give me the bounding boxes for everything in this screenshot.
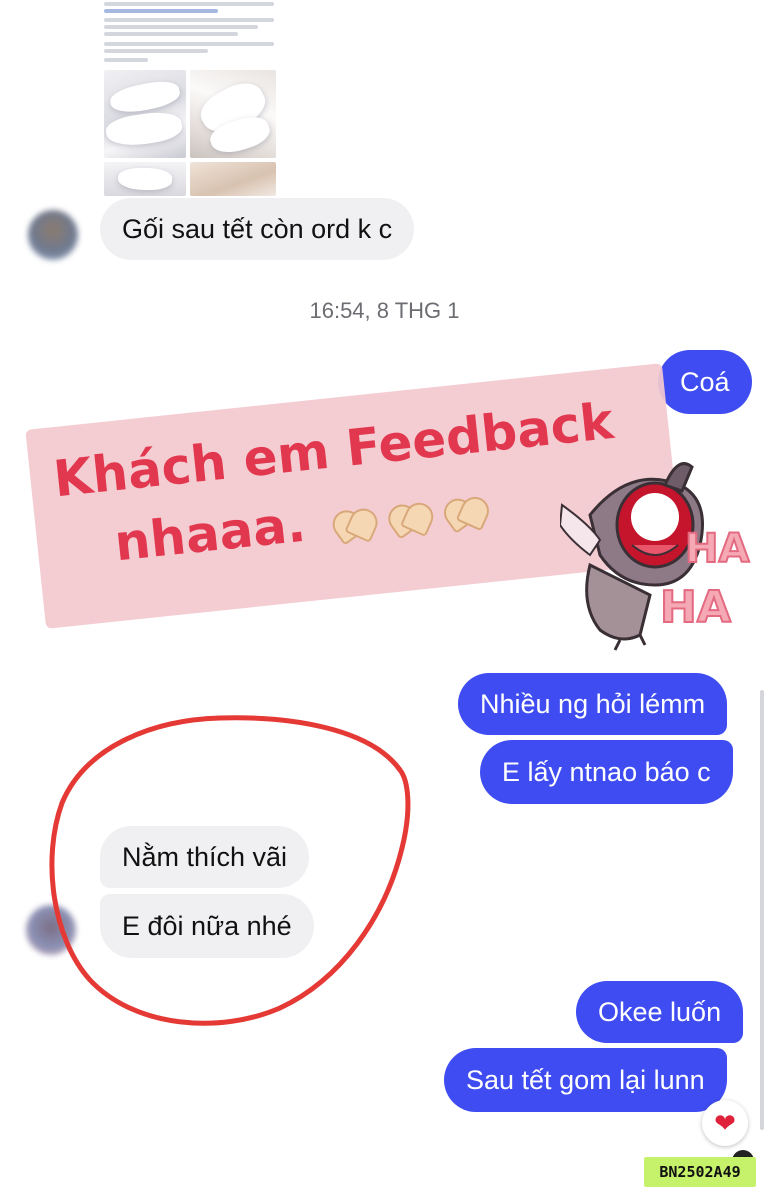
- message-bubble-incoming[interactable]: Gối sau tết còn ord k c: [100, 198, 415, 260]
- blurred-text-line: [104, 18, 274, 22]
- blurred-text-line: [104, 49, 208, 53]
- message-bubble-outgoing[interactable]: Sau tết gom lại lunn: [444, 1048, 727, 1112]
- story-caption-line2: nhaaa.: [111, 494, 309, 573]
- chat-screen: Gối sau tết còn ord k c 16:54, 8 THG 1 C…: [0, 0, 769, 1200]
- bedding-photo[interactable]: [190, 162, 276, 196]
- message-timestamp: 16:54, 8 THG 1: [309, 298, 460, 323]
- pillow-photo[interactable]: [104, 70, 186, 158]
- blurred-text-line: [104, 25, 258, 29]
- blurred-link-line: [104, 9, 218, 13]
- message-bubble-outgoing[interactable]: Okee luốn: [576, 981, 744, 1043]
- pillow-photo[interactable]: [190, 70, 276, 158]
- red-circle-annotation: [49, 715, 411, 1026]
- blurred-text-line: [104, 32, 238, 36]
- contact-avatar[interactable]: [28, 210, 78, 260]
- shared-post-preview[interactable]: [100, 0, 278, 196]
- message-bubble-outgoing[interactable]: E lấy ntnao báo c: [480, 740, 733, 804]
- scrollbar[interactable]: [760, 690, 764, 1130]
- sticker-ha-text: HA: [659, 581, 732, 634]
- blurred-text-line: [104, 42, 274, 46]
- blurred-text-line: [104, 2, 274, 6]
- heart-icon[interactable]: ❤: [702, 1100, 748, 1146]
- blurred-text-line: [104, 58, 148, 62]
- watermark-label: BN2502A49: [644, 1157, 756, 1187]
- pillow-photo[interactable]: [104, 162, 186, 196]
- message-bubble-outgoing[interactable]: Nhiều ng hỏi lémm: [458, 673, 728, 735]
- sticker-ha-text: HA: [684, 525, 750, 573]
